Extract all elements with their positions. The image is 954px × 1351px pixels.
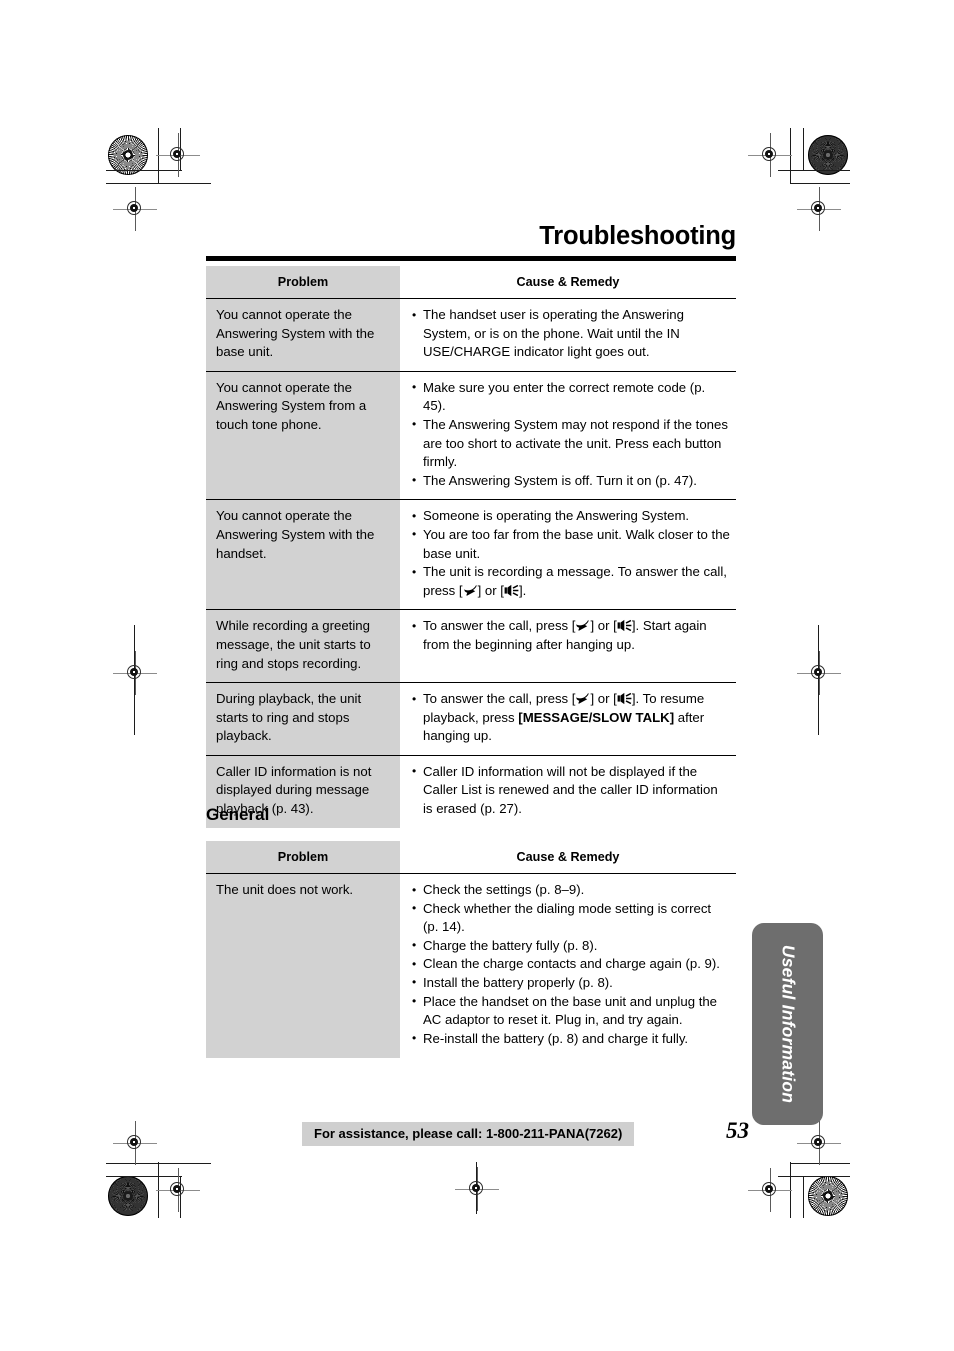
remedy-item: Check whether the dialing mode setting i… [412, 899, 730, 937]
speakerphone-icon [617, 692, 632, 705]
registration-crosshair-bottom-right [748, 1168, 792, 1212]
problem-cell: The unit does not work. [206, 873, 400, 1058]
talk-handset-icon [575, 692, 590, 705]
remedy-item: Place the handset on the base unit and u… [412, 992, 730, 1030]
remedy-item: The unit is recording a message. To answ… [412, 563, 730, 600]
problem-cell: You cannot operate the Answering System … [206, 371, 400, 501]
troubleshooting-table-answering-system: Problem Cause & Remedy You cannot operat… [206, 266, 736, 828]
page-title: Troubleshooting [539, 222, 736, 250]
cause-remedy-cell: To answer the call, press [] or []. To r… [400, 682, 736, 756]
remedy-list: Make sure you enter the correct remote c… [412, 378, 730, 491]
remedy-item: Charge the battery fully (p. 8). [412, 936, 730, 956]
crop-line [778, 1176, 850, 1178]
remedy-list: The handset user is operating the Answer… [412, 306, 730, 362]
remedy-list: Check the settings (p. 8–9).Check whethe… [412, 881, 730, 1048]
table-header-row: Problem Cause & Remedy [206, 841, 736, 874]
moire-registration-circle-bottom-right [808, 1176, 848, 1216]
remedy-list: To answer the call, press [] or []. To r… [412, 690, 730, 746]
column-header-cause-remedy: Cause & Remedy [400, 266, 736, 299]
section-heading-general: General [206, 805, 270, 824]
registration-crosshair-right-middle [797, 651, 841, 695]
crop-line [790, 128, 792, 184]
remedy-list: Someone is operating the Answering Syste… [412, 507, 730, 600]
crop-line [790, 1163, 850, 1165]
remedy-list: To answer the call, press [] or []. Star… [412, 617, 730, 654]
remedy-item: Caller ID information will not be displa… [412, 762, 730, 819]
cause-remedy-cell: Check the settings (p. 8–9).Check whethe… [400, 873, 736, 1058]
crop-line [803, 1176, 805, 1218]
table-row: The unit does not work.Check the setting… [206, 873, 736, 1058]
chapter-thumb-tab-label: Useful Information [778, 944, 798, 1104]
chapter-thumb-tab: Useful Information [752, 923, 823, 1125]
key-label: [MESSAGE/SLOW TALK] [518, 709, 675, 725]
crop-line [803, 128, 805, 170]
crop-line [106, 183, 211, 185]
table-header-row: Problem Cause & Remedy [206, 266, 736, 299]
remedy-item: You are too far from the base unit. Walk… [412, 525, 730, 563]
crop-line [106, 1163, 211, 1165]
cause-remedy-cell: Someone is operating the Answering Syste… [400, 499, 736, 611]
speakerphone-icon [617, 619, 632, 632]
registration-crosshair-left-upper [113, 187, 157, 231]
moire-registration-circle-top-left [108, 135, 148, 175]
page-number: 53 [726, 1118, 749, 1143]
registration-crosshair-left-lower [113, 1121, 157, 1165]
table-body: You cannot operate the Answering System … [206, 298, 736, 828]
table-row: You cannot operate the Answering System … [206, 499, 736, 611]
assistance-footer-note: For assistance, please call: 1-800-211-P… [302, 1122, 635, 1146]
troubleshooting-table-general: Problem Cause & Remedy The unit does not… [206, 841, 736, 1058]
problem-cell: You cannot operate the Answering System … [206, 499, 400, 611]
talk-handset-icon [463, 584, 478, 597]
remedy-item: Re-install the battery (p. 8) and charge… [412, 1029, 730, 1049]
remedy-item: Install the battery properly (p. 8). [412, 973, 730, 993]
problem-cell: While recording a greeting message, the … [206, 609, 400, 684]
registration-crosshair-right-lower [797, 1121, 841, 1165]
cause-remedy-cell: To answer the call, press [] or []. Star… [400, 609, 736, 684]
table-row: While recording a greeting message, the … [206, 609, 736, 684]
remedy-item: To answer the call, press [] or []. Star… [412, 617, 730, 654]
cause-remedy-cell: Make sure you enter the correct remote c… [400, 371, 736, 501]
registration-crosshair-bottom-left [156, 1168, 200, 1212]
moire-registration-circle-bottom-left [108, 1176, 148, 1216]
manual-page: Troubleshooting Problem Cause & Remedy Y… [0, 0, 954, 1351]
remedy-item: The handset user is operating the Answer… [412, 306, 730, 362]
column-header-problem: Problem [206, 266, 400, 299]
table-row: Caller ID information is not displayed d… [206, 755, 736, 828]
problem-cell: During playback, the unit starts to ring… [206, 682, 400, 756]
remedy-list: Caller ID information will not be displa… [412, 762, 730, 819]
speakerphone-icon [504, 584, 519, 597]
registration-crosshair-left-middle [113, 651, 157, 695]
registration-crosshair-top-left [156, 133, 200, 177]
column-header-cause-remedy: Cause & Remedy [400, 841, 736, 874]
table-row: You cannot operate the Answering System … [206, 371, 736, 501]
talk-handset-icon [575, 619, 590, 632]
crop-line [790, 183, 850, 185]
remedy-item: To answer the call, press [] or []. To r… [412, 690, 730, 746]
crop-line [158, 128, 160, 184]
moire-registration-circle-top-right [808, 135, 848, 175]
remedy-item: Make sure you enter the correct remote c… [412, 378, 730, 416]
remedy-item: Clean the charge contacts and charge aga… [412, 955, 730, 974]
cause-remedy-cell: The handset user is operating the Answer… [400, 298, 736, 372]
crop-line [778, 170, 850, 172]
registration-crosshair-top-right [748, 133, 792, 177]
remedy-item: The Answering System is off. Turn it on … [412, 471, 730, 491]
table-row: You cannot operate the Answering System … [206, 298, 736, 372]
crop-line [106, 170, 182, 172]
problem-cell: You cannot operate the Answering System … [206, 298, 400, 372]
table-body: The unit does not work.Check the setting… [206, 873, 736, 1058]
remedy-item: The Answering System may not respond if … [412, 415, 730, 472]
table-row: During playback, the unit starts to ring… [206, 682, 736, 756]
column-header-problem: Problem [206, 841, 400, 874]
title-rule [206, 256, 736, 261]
remedy-item: Someone is operating the Answering Syste… [412, 507, 730, 526]
remedy-item: Check the settings (p. 8–9). [412, 881, 730, 900]
cause-remedy-cell: Caller ID information will not be displa… [400, 755, 736, 828]
registration-crosshair-right-upper [797, 187, 841, 231]
registration-crosshair-bottom-center [455, 1167, 499, 1211]
